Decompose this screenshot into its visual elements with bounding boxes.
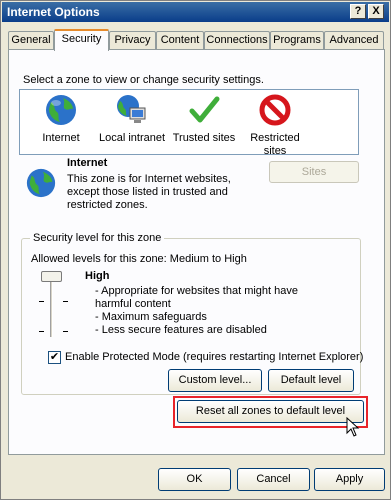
default-level-button[interactable]: Default level <box>268 369 354 392</box>
slider-tick <box>39 331 44 332</box>
slider-tick <box>63 331 68 332</box>
apply-button[interactable]: Apply <box>314 468 385 491</box>
zone-local-intranet[interactable]: Local intranet <box>96 93 168 145</box>
zone-restricted-sites[interactable]: Restricted sites <box>242 93 308 158</box>
tab-security[interactable]: Security <box>54 29 109 51</box>
tab-privacy[interactable]: Privacy <box>109 31 156 50</box>
protected-mode-label[interactable]: Enable Protected Mode (requires restarti… <box>65 351 363 363</box>
zone-label: Internet <box>26 132 96 145</box>
slider-tick <box>63 301 68 302</box>
checkmark-icon <box>189 96 220 123</box>
mouse-cursor-icon <box>346 417 360 437</box>
group-label: Security level for this zone <box>30 232 165 244</box>
globe-icon <box>26 168 56 198</box>
intranet-icon <box>117 95 146 123</box>
zone-prompt: Select a zone to view or change security… <box>23 74 264 86</box>
globe-icon <box>46 95 76 125</box>
level-name: High <box>85 270 110 282</box>
allowed-levels-text: Allowed levels for this zone: Medium to … <box>31 253 247 265</box>
level-bullet: - Maximum safeguards <box>95 311 207 323</box>
custom-level-button[interactable]: Custom level... <box>168 369 262 392</box>
slider-tick <box>39 301 44 302</box>
window-title: Internet Options <box>7 5 100 19</box>
zone-internet[interactable]: Internet <box>26 93 96 145</box>
internet-options-dialog: Internet Options ? X General Security Pr… <box>0 0 391 500</box>
selected-zone-description: This zone is for Internet websites, exce… <box>67 173 231 211</box>
tab-programs[interactable]: Programs <box>270 31 324 50</box>
tab-strip: General Security Privacy Content Connect… <box>8 29 386 51</box>
help-button[interactable]: ? <box>350 4 366 19</box>
reset-button-highlight <box>173 396 368 428</box>
tab-general[interactable]: General <box>8 31 54 50</box>
ok-button[interactable]: OK <box>158 468 231 491</box>
close-button[interactable]: X <box>368 4 384 19</box>
tab-content[interactable]: Content <box>156 31 204 50</box>
prohibited-icon <box>259 94 291 126</box>
tab-advanced[interactable]: Advanced <box>324 31 384 50</box>
zone-list: Internet Local intranet Trusted sites Re… <box>19 89 359 158</box>
security-level-slider-thumb[interactable] <box>41 271 62 282</box>
security-level-slider-track[interactable] <box>50 273 53 337</box>
protected-mode-checkbox[interactable]: ✔ <box>48 351 61 364</box>
title-bar[interactable]: Internet Options ? X <box>2 2 389 22</box>
tab-connections[interactable]: Connections <box>204 31 270 50</box>
zone-label: Local intranet <box>98 132 166 144</box>
selected-zone-name: Internet <box>67 157 108 169</box>
zone-trusted-sites[interactable]: Trusted sites <box>170 93 238 145</box>
sites-button[interactable]: Sites <box>269 161 359 183</box>
cancel-button[interactable]: Cancel <box>237 468 310 491</box>
zone-label: Trusted sites <box>172 132 236 144</box>
zone-label: Restricted sites <box>250 132 300 157</box>
level-bullet: - Less secure features are disabled <box>95 324 267 336</box>
level-bullet: - Appropriate for websites that might ha… <box>95 285 298 310</box>
